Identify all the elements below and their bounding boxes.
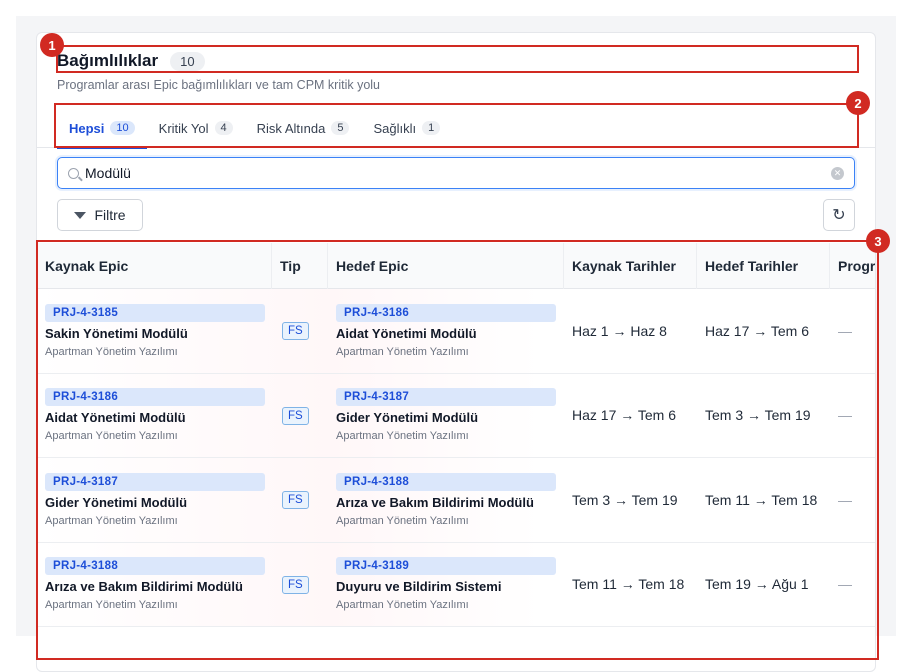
refresh-button[interactable]: ↻ bbox=[823, 199, 855, 231]
search-icon bbox=[68, 167, 79, 179]
search-input[interactable] bbox=[85, 165, 831, 181]
annotation-box-2 bbox=[54, 103, 859, 148]
page-subtitle: Programlar arası Epic bağımlılıkları ve … bbox=[57, 78, 381, 92]
refresh-icon: ↻ bbox=[832, 207, 846, 224]
funnel-icon bbox=[74, 211, 87, 219]
annotation-box-1 bbox=[56, 45, 859, 73]
annotation-marker-1: 1 bbox=[40, 33, 64, 57]
filter-button[interactable]: Filtre bbox=[57, 199, 143, 231]
annotation-marker-3: 3 bbox=[866, 229, 890, 253]
clear-icon[interactable]: ✕ bbox=[831, 166, 844, 180]
annotation-box-3 bbox=[36, 240, 879, 660]
annotation-marker-2: 2 bbox=[846, 91, 870, 115]
filter-button-label: Filtre bbox=[94, 207, 126, 223]
search-box: ✕ bbox=[57, 157, 855, 189]
